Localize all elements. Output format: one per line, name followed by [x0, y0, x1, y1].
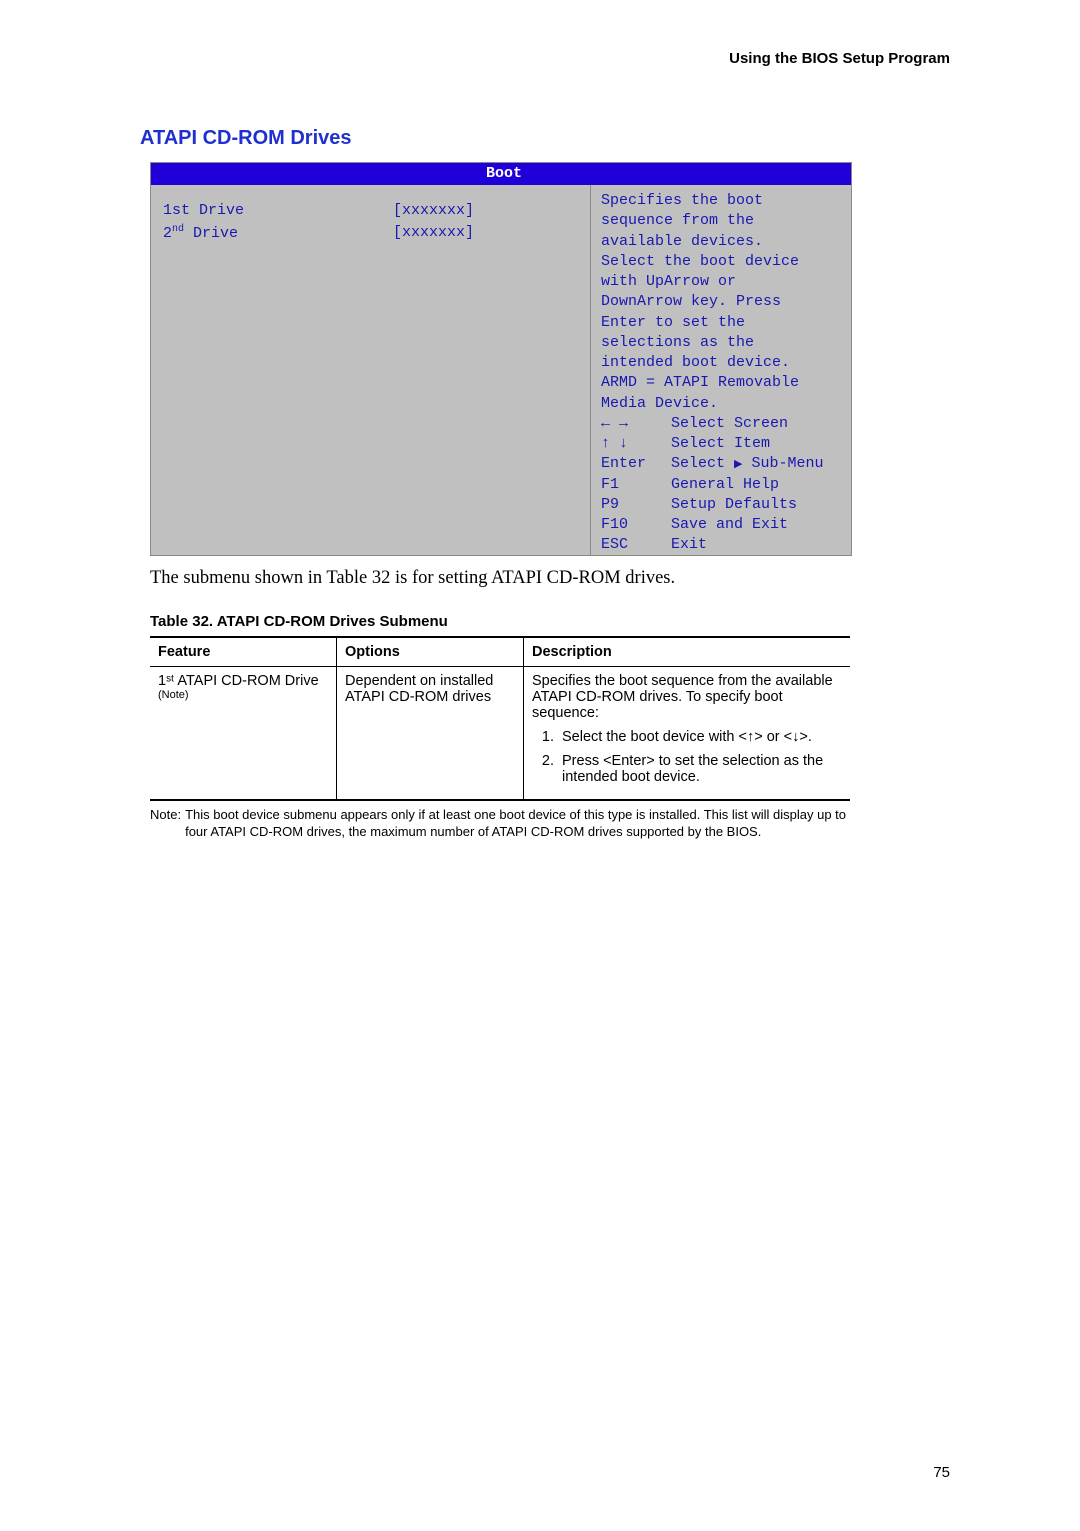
bios-left-pane: 1st Drive [xxxxxxx] 2nd Drive [xxxxxxx]	[151, 185, 591, 555]
submenu-table: Feature Options Description 1ˢᵗ ATAPI CD…	[150, 636, 850, 801]
drive-label-sup: nd	[172, 224, 184, 235]
bios-tabbar: Boot	[151, 163, 851, 185]
nav-row: P9Setup Defaults	[601, 495, 841, 515]
nav-desc: Save and Exit	[671, 515, 788, 535]
bios-drive-row[interactable]: 1st Drive [xxxxxxx]	[163, 201, 578, 221]
nav-key: P9	[601, 495, 671, 515]
drive-label: 1st	[163, 202, 190, 219]
nav-desc: Select Screen	[671, 414, 788, 434]
nav-key: F10	[601, 515, 671, 535]
table-row: 1ˢᵗ ATAPI CD-ROM Drive (Note) Dependent …	[150, 667, 850, 801]
table-caption: Table 32. ATAPI CD-ROM Drives Submenu	[150, 613, 950, 630]
note-body: This boot device submenu appears only if…	[181, 807, 850, 841]
help-line: selections as the	[601, 333, 841, 353]
bios-tab-boot[interactable]: Boot	[486, 165, 522, 182]
bios-nav-block: ← →Select Screen ↑ ↓Select Item EnterSel…	[601, 414, 841, 556]
drive-value[interactable]: [xxxxxxx]	[393, 201, 474, 221]
page-number: 75	[933, 1464, 950, 1481]
bios-right-pane: Specifies the boot sequence from the ava…	[591, 185, 851, 555]
nav-desc: Select ▶ Sub-Menu	[671, 454, 824, 474]
help-line: intended boot device.	[601, 353, 841, 373]
help-line: Specifies the boot	[601, 191, 841, 211]
bios-help-text: Specifies the boot sequence from the ava…	[601, 191, 841, 414]
feature-main: 1ˢᵗ ATAPI CD-ROM Drive	[158, 673, 328, 689]
help-line: Enter to set the	[601, 313, 841, 333]
drive-label-word: Drive	[199, 202, 244, 219]
nav-key: ESC	[601, 535, 671, 555]
note-label: Note:	[150, 807, 181, 841]
nav-desc: Setup Defaults	[671, 495, 797, 515]
help-line: Select the boot device	[601, 252, 841, 272]
nav-desc: Select Item	[671, 434, 770, 454]
col-description: Description	[524, 637, 851, 667]
help-line: sequence from the	[601, 211, 841, 231]
help-line: available devices.	[601, 232, 841, 252]
drive-label-word: Drive	[193, 225, 238, 242]
desc-intro: Specifies the boot sequence from the ava…	[532, 673, 842, 721]
help-line: Media Device.	[601, 394, 841, 414]
nav-row: ↑ ↓Select Item	[601, 434, 841, 454]
drive-value[interactable]: [xxxxxxx]	[393, 223, 474, 244]
page-header: Using the BIOS Setup Program	[140, 50, 950, 67]
col-options: Options	[337, 637, 524, 667]
section-title: ATAPI CD-ROM Drives	[140, 127, 950, 150]
desc-step: Select the boot device with <↑> or <↓>.	[558, 729, 842, 745]
bios-drive-row[interactable]: 2nd Drive [xxxxxxx]	[163, 223, 578, 244]
nav-row: ← →Select Screen	[601, 414, 841, 434]
help-line: DownArrow key. Press	[601, 292, 841, 312]
desc-step: Press <Enter> to set the selection as th…	[558, 753, 842, 785]
figure-caption: The submenu shown in Table 32 is for set…	[150, 568, 950, 589]
options-cell: Dependent on installed ATAPI CD-ROM driv…	[337, 667, 524, 801]
nav-desc: General Help	[671, 475, 779, 495]
nav-key: Enter	[601, 454, 671, 474]
nav-desc: Exit	[671, 535, 707, 555]
nav-row: F1General Help	[601, 475, 841, 495]
description-cell: Specifies the boot sequence from the ava…	[524, 667, 851, 801]
drive-label: 2	[163, 225, 172, 242]
nav-row: F10Save and Exit	[601, 515, 841, 535]
feature-note: (Note)	[158, 689, 328, 701]
nav-key: ← →	[601, 414, 671, 434]
help-line: with UpArrow or	[601, 272, 841, 292]
table-header-row: Feature Options Description	[150, 637, 850, 667]
help-line: ARMD = ATAPI Removable	[601, 373, 841, 393]
table-note: Note: This boot device submenu appears o…	[150, 807, 850, 841]
nav-row: EnterSelect ▶ Sub-Menu	[601, 454, 841, 474]
nav-key: F1	[601, 475, 671, 495]
nav-key: ↑ ↓	[601, 434, 671, 454]
bios-screen: Boot 1st Drive [xxxxxxx] 2nd Drive [xxxx…	[150, 162, 852, 556]
nav-row: ESCExit	[601, 535, 841, 555]
col-feature: Feature	[150, 637, 337, 667]
